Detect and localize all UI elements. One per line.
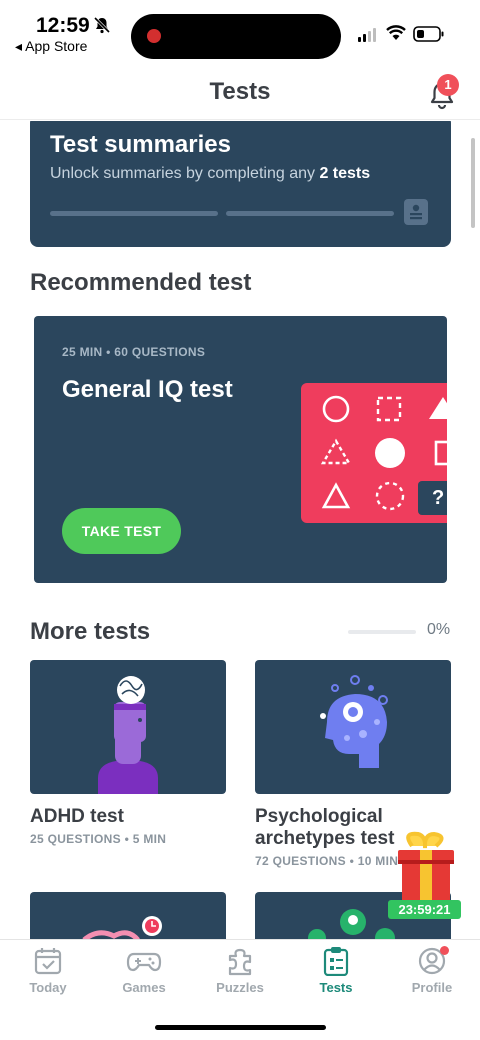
dynamic-island [131,14,341,59]
psychological-archetypes-test-meta: 72 QUESTIONS • 10 MIN [255,854,399,868]
tab-today[interactable]: Today [0,946,96,1006]
cellular-signal-icon [358,28,376,42]
tab-games[interactable]: Games [96,946,192,1006]
test-summaries-card[interactable]: Test summaries Unlock summaries by compl… [30,121,451,247]
more-tests-section-title: More tests [30,618,151,645]
summary-document-icon [404,199,428,225]
recommended-test-title: General IQ test [62,376,233,403]
more-tests-progress-percent: 0% [427,621,451,638]
summary-subtitle: Unlock summaries by completing any 2 tes… [50,165,371,182]
tab-label: Games [122,980,166,995]
adhd-test-card[interactable] [30,660,226,794]
scroll-content[interactable]: Test summaries Unlock summaries by compl… [0,121,480,939]
page-title: Tests [209,78,271,105]
recommended-section-title: Recommended test [30,269,252,296]
battery-icon [413,26,444,42]
summary-progress-segment-1 [50,211,218,216]
tab-label: Tests [319,980,353,995]
gamepad-icon [126,952,162,972]
adhd-test-meta: 25 QUESTIONS • 5 MIN [30,832,167,846]
profile-notification-dot [440,946,449,955]
gift-countdown-timer: 23:59:21 [388,900,461,919]
head-profile-illustration [320,675,388,768]
clipboard-icon [323,947,349,976]
tab-label: Puzzles [216,980,264,995]
recommended-test-card[interactable]: 25 MIN • 60 QUESTIONS General IQ test TA… [34,316,447,583]
scrollbar[interactable] [471,138,475,228]
bell-muted-icon [93,16,111,34]
psychological-archetypes-test-card[interactable] [255,660,451,794]
recording-indicator [147,29,161,43]
adhd-test-title[interactable]: ADHD test [30,806,124,828]
summary-progress-segment-2 [226,211,394,216]
tab-puzzles[interactable]: Puzzles [192,946,288,1006]
test-card-3[interactable] [30,892,226,939]
tab-tests[interactable]: Tests [288,946,384,1006]
adhd-person-illustration [98,676,158,794]
tab-profile[interactable]: Profile [384,946,480,1006]
clock: 12:59 [36,14,90,37]
bottom-tab-bar: Today Games Puzzles Tests Profile [0,939,480,1040]
iq-shapes-illustration: ? [301,383,447,523]
tab-label: Profile [411,980,453,995]
tab-label: Today [29,980,67,995]
recommended-test-meta: 25 MIN • 60 QUESTIONS [62,345,206,359]
top-header: Tests [0,64,480,120]
more-tests-progress-bar [348,630,416,634]
home-indicator[interactable] [155,1025,326,1030]
summary-title: Test summaries [50,131,231,158]
puzzle-icon [228,948,252,976]
take-test-button[interactable]: TAKE TEST [62,508,181,554]
wifi-icon [386,25,406,40]
clock-illustration [82,916,162,939]
missing-shape-box: ? [418,481,447,515]
calendar-icon [34,948,62,975]
status-bar: 12:59 ◂ App Store [0,0,480,64]
back-to-app-store-link[interactable]: ◂ App Store [15,38,87,55]
psychological-archetypes-test-title[interactable]: Psychological archetypes test [255,806,394,850]
notification-count-badge: 1 [437,74,459,96]
